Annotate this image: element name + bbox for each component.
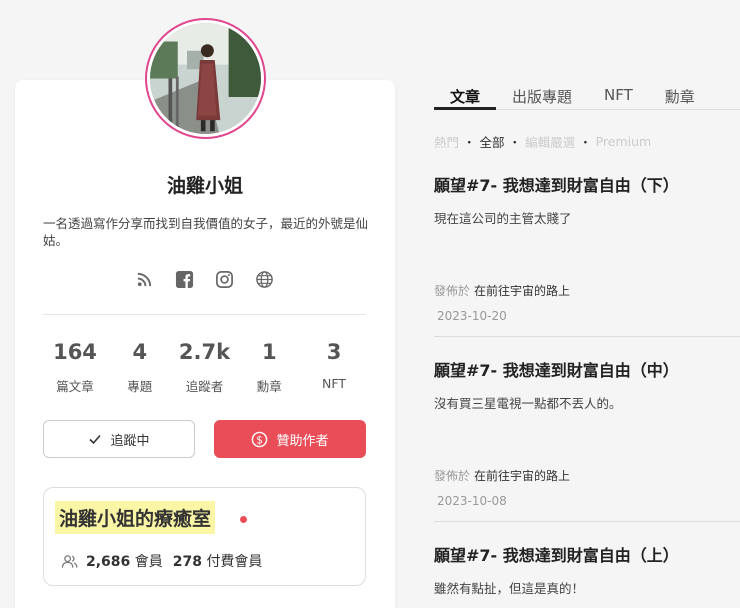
post-filters: 熱門 ・ 全部 ・ 編輯嚴選 ・ Premium (434, 132, 652, 151)
svg-text:$: $ (257, 434, 264, 446)
stat-label: 專題 (127, 379, 153, 394)
tab-nft[interactable]: NFT (588, 82, 649, 110)
members-label: 會員 (134, 554, 163, 570)
paid-members-count: 278 (172, 554, 202, 570)
post-title[interactable]: 願望#7- 我想達到財富自由（中） (434, 357, 740, 381)
social-links (135, 270, 274, 289)
profile-tabs: 文章 出版專題 NFT 勳章 (434, 82, 740, 110)
post-title[interactable]: 願望#7- 我想達到財富自由（上） (434, 542, 740, 566)
post-item[interactable]: 願望#7- 我想達到財富自由（下） 現在這公司的主管太賤了 (434, 172, 740, 227)
sponsor-label: 贊助作者 (276, 433, 329, 449)
post-excerpt: 雖然有點扯，但這是真的！ (434, 581, 585, 596)
rss-icon[interactable] (135, 270, 154, 289)
divider (43, 314, 366, 315)
stat-nft[interactable]: 3 NFT (302, 340, 366, 395)
dollar-coin-icon: $ (252, 431, 268, 447)
members-icon (61, 554, 78, 568)
filter-popular[interactable]: 熱門 (434, 132, 459, 151)
following-button[interactable]: 追蹤中 (43, 420, 195, 458)
paid-members-label: 付費會員 (206, 554, 263, 570)
post-item[interactable]: 願望#7- 我想達到財富自由（中） 沒有買三星電視一點都不丟人的。 (434, 357, 740, 412)
stat-value: 3 (326, 340, 342, 364)
stat-collections[interactable]: 4 專題 (108, 340, 172, 395)
status-dot (240, 516, 247, 523)
post-meta: 發佈於 在前往宇宙的路上 2023-10-08 (434, 467, 740, 508)
members-count: 2,686 (86, 554, 131, 570)
stat-badges[interactable]: 1 勳章 (237, 340, 301, 395)
published-in-label: 發佈於 (434, 469, 471, 483)
stat-value: 4 (132, 340, 148, 364)
publication-card[interactable]: 油雞小姐的療癒室 2,686 會員 278 付費會員 (43, 487, 366, 586)
profile-stats: 164 篇文章 4 專題 2.7k 追蹤者 1 勳章 3 NFT (43, 340, 366, 395)
stat-value: 164 (53, 340, 97, 364)
instagram-icon[interactable] (215, 270, 234, 289)
post-meta: 發佈於 在前往宇宙的路上 2023-10-20 (434, 282, 740, 323)
globe-icon[interactable] (255, 270, 274, 289)
stat-label: 篇文章 (56, 379, 94, 394)
facebook-icon[interactable] (175, 270, 194, 289)
publication-link[interactable]: 在前往宇宙的路上 (474, 469, 570, 483)
tab-articles[interactable]: 文章 (434, 82, 497, 110)
stat-value: 1 (261, 340, 277, 364)
divider (434, 336, 740, 337)
avatar-photo (150, 23, 261, 134)
avatar[interactable] (145, 18, 266, 139)
post-date: 2023-10-20 (437, 309, 507, 323)
publication-members: 2,686 會員 278 付費會員 (61, 551, 262, 571)
post-title[interactable]: 願望#7- 我想達到財富自由（下） (434, 172, 740, 196)
stat-value: 2.7k (178, 340, 231, 364)
post-excerpt: 現在這公司的主管太賤了 (434, 211, 572, 226)
stat-posts[interactable]: 164 篇文章 (43, 340, 107, 395)
profile-bio: 一名透過寫作分享而找到自我價值的女子，最近的外號是仙姑。 (43, 216, 369, 248)
profile-name: 油雞小姐 (166, 175, 243, 197)
published-in-label: 發佈於 (434, 284, 471, 298)
publication-link[interactable]: 在前往宇宙的路上 (474, 284, 570, 298)
following-label: 追蹤中 (110, 433, 150, 449)
stat-followers[interactable]: 2.7k 追蹤者 (173, 340, 237, 395)
post-excerpt: 沒有買三星電視一點都不丟人的。 (434, 396, 622, 411)
post-item[interactable]: 願望#7- 我想達到財富自由（上） 雖然有點扯，但這是真的！ (434, 542, 740, 597)
filter-all[interactable]: 全部 (480, 132, 505, 151)
tab-collections[interactable]: 出版專題 (496, 82, 588, 110)
stat-label: 追蹤者 (185, 379, 224, 394)
tab-badges[interactable]: 勳章 (649, 82, 711, 110)
post-date: 2023-10-08 (437, 494, 507, 508)
stat-label: 勳章 (256, 379, 282, 394)
filter-editors-pick[interactable]: 編輯嚴選 (525, 132, 575, 151)
check-icon (89, 434, 102, 445)
publication-title[interactable]: 油雞小姐的療癒室 (55, 501, 216, 534)
sponsor-button[interactable]: $ 贊助作者 (214, 420, 366, 458)
stat-label: NFT (322, 376, 346, 391)
divider (434, 521, 740, 522)
filter-premium[interactable]: Premium (596, 134, 652, 149)
